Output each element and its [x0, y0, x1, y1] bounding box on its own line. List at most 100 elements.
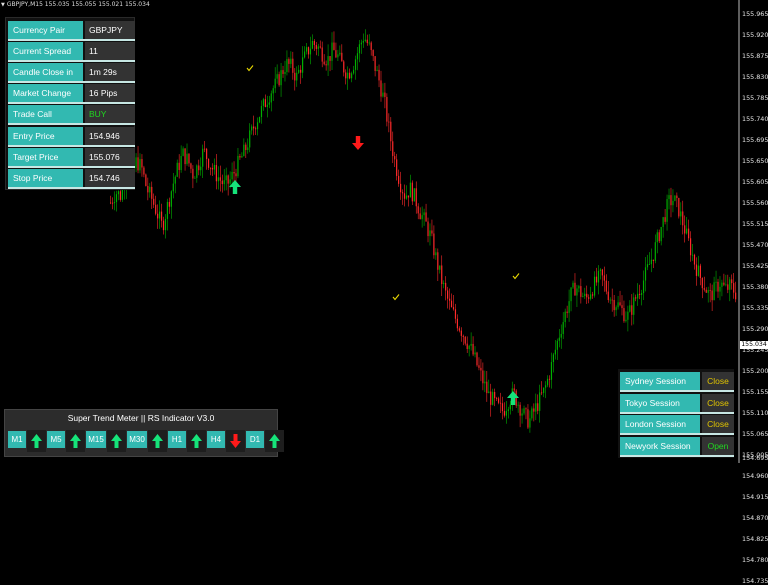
price-tick: 154.780 [742, 556, 768, 564]
candle-body [276, 74, 278, 79]
candle-body [186, 153, 188, 165]
price-tick: 155.110 [742, 409, 768, 417]
candle-body [525, 408, 527, 410]
price-tick: 155.290 [742, 325, 768, 333]
arrow-up-icon [265, 430, 284, 452]
candle-body [231, 171, 233, 180]
candle-body [370, 42, 372, 51]
candle-body [505, 410, 507, 416]
candle-body [113, 202, 116, 204]
candle-body [635, 297, 637, 299]
candle-body [703, 288, 705, 290]
price-tick: 154.695 [742, 454, 768, 462]
info-label: Target Price [8, 147, 83, 166]
price-tick: 155.515 [742, 220, 768, 228]
candle-body [309, 48, 312, 55]
arrow-up-icon [187, 430, 206, 452]
candle-body [701, 277, 703, 289]
candle-body [693, 254, 696, 265]
info-value: 11 [85, 42, 135, 61]
candle-body [213, 164, 216, 170]
candle-body [725, 284, 727, 286]
candle-body [209, 167, 212, 169]
candle-body [711, 290, 713, 301]
timeframe-m30[interactable]: M30 [127, 431, 147, 448]
candle-body [584, 293, 586, 297]
candle-body [684, 225, 686, 234]
candle-body [472, 343, 474, 355]
price-tick: 155.785 [742, 94, 768, 102]
candle-body [629, 305, 631, 312]
info-row: Trade Call BUY [8, 105, 135, 126]
session-status: Open [702, 436, 734, 455]
candle-body [251, 126, 253, 131]
candle-body [341, 52, 343, 62]
candle-body [484, 381, 486, 384]
candle-body [423, 212, 425, 216]
arrow-up-icon [66, 430, 85, 452]
candle-body [733, 283, 735, 293]
sell-arrow-icon [352, 136, 364, 150]
candle-body [535, 403, 537, 412]
candle-body [337, 54, 339, 58]
candle-body [421, 215, 423, 220]
price-tick: 155.875 [742, 52, 768, 60]
candle-body [270, 93, 272, 103]
price-tick: 155.695 [742, 136, 768, 144]
candle-body [676, 195, 678, 199]
timeframe-h1[interactable]: H1 [168, 431, 186, 448]
candle-body [492, 392, 494, 405]
collapse-triangle-icon[interactable]: ▼ [1, 2, 5, 8]
arrow-up-icon [148, 430, 167, 452]
info-value: 16 Pips [85, 84, 135, 103]
candle-body [476, 352, 478, 366]
price-tick: 155.335 [742, 304, 768, 312]
timeframe-m1[interactable]: M1 [8, 431, 26, 448]
info-value: 155.076 [85, 147, 135, 166]
session-row: London Session Close [620, 415, 734, 435]
price-tick: 154.915 [742, 493, 768, 501]
candle-body [394, 156, 396, 160]
candle-body [531, 408, 533, 419]
price-tick: 154.735 [742, 577, 768, 585]
candle-body [300, 69, 302, 73]
candle-body [595, 276, 598, 283]
info-label: Current Spread [8, 42, 83, 61]
candle-body [582, 296, 584, 297]
info-value: GBPJPY [85, 21, 135, 39]
candle-body [182, 148, 184, 156]
candle-body [354, 59, 357, 70]
candle-body [601, 269, 604, 276]
candle-body [219, 177, 221, 181]
timeframe-m5[interactable]: M5 [47, 431, 65, 448]
candle-body [284, 72, 286, 74]
candle-body [286, 59, 288, 73]
candle-body [578, 286, 580, 289]
candle-body [548, 378, 551, 380]
candle-body [188, 153, 190, 164]
candle-body [433, 233, 435, 256]
timeframe-d1[interactable]: D1 [246, 431, 264, 448]
timeframe-h4[interactable]: H4 [207, 431, 225, 448]
candle-body [640, 293, 643, 295]
candle-body [719, 286, 721, 292]
candle-body [194, 177, 196, 179]
candle-body [249, 130, 251, 148]
timeframe-m15[interactable]: M15 [86, 431, 106, 448]
candle-body [139, 159, 141, 171]
candle-body [735, 292, 737, 300]
candle-body [660, 226, 662, 242]
candle-body [243, 144, 245, 157]
candle-body [401, 192, 404, 194]
candle-body [137, 157, 139, 171]
price-tick: 155.650 [742, 157, 768, 165]
candle-body [435, 252, 437, 256]
candle-body [644, 267, 647, 281]
price-tick: 155.605 [742, 178, 768, 186]
candle-body [425, 212, 427, 222]
candle-body [517, 404, 519, 406]
info-label: Market Change [8, 84, 83, 103]
candle-body [315, 44, 317, 49]
candle-body [158, 211, 161, 219]
candle-body [380, 80, 382, 97]
